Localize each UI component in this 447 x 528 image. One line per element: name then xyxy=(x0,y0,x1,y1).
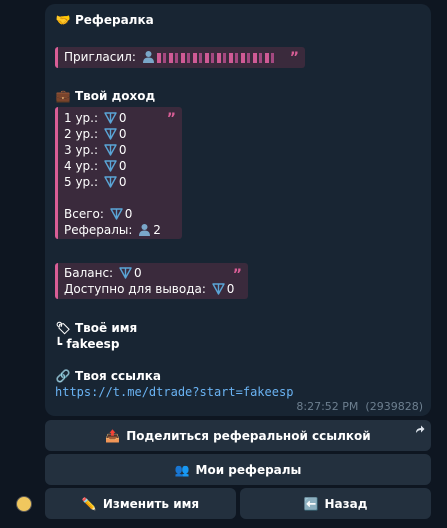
message-id: (2939828) xyxy=(365,400,423,413)
withdraw-row: Доступно для вывода: 0 xyxy=(64,281,234,297)
balance-quote: ” Баланс: 0 Доступно для вывода: 0 xyxy=(55,263,248,299)
balance-row: Баланс: 0 xyxy=(64,265,142,281)
rename-button[interactable]: ✏️ Изменить имя xyxy=(45,488,236,519)
message-bubble: 🤝 Рефералка Пригласил: ” 💼 Твой доход ” 1 … xyxy=(45,4,431,416)
level-row: 2 ур.: 0 xyxy=(64,126,127,142)
name-title: Твоё имя xyxy=(75,321,138,335)
level-label: 3 ур.: xyxy=(64,143,99,157)
level-value: 0 xyxy=(118,159,127,173)
message-meta: 8:27:52 PM (2939828) xyxy=(296,400,423,413)
balance-value: 0 xyxy=(133,266,142,280)
user-display-name: fakeesp xyxy=(66,337,120,351)
share-arrow-icon xyxy=(416,425,425,433)
my-referrals-label: Мои рефералы xyxy=(195,462,302,477)
referrals-row: Рефералы: 2 xyxy=(64,222,161,238)
income-quote: ” 1 ур.: 0 2 ур.: 0 3 ур.: 0 4 ур.: 0 5 … xyxy=(55,107,182,239)
level-label: 1 ур.: xyxy=(64,111,99,125)
chat-view: 🤝 Рефералка Пригласил: ” 💼 Твой доход ” 1 … xyxy=(0,0,447,528)
user-icon xyxy=(142,51,154,63)
ton-icon xyxy=(104,112,117,124)
ton-icon xyxy=(110,208,123,220)
pencil-icon: ✏️ xyxy=(81,496,97,511)
income-title-line: 💼 Твой доход xyxy=(55,88,156,104)
ton-icon xyxy=(104,176,117,188)
label-tag-icon: 🏷 xyxy=(55,321,71,335)
total-row: Всего: 0 xyxy=(64,206,132,222)
total-value: 0 xyxy=(124,207,133,221)
rename-label: Изменить имя xyxy=(102,496,200,511)
referrals-value: 2 xyxy=(153,223,161,237)
outbox-tray-icon: 📤 xyxy=(105,428,121,443)
title-line: 🤝 Рефералка xyxy=(55,12,154,28)
link-title-line: 🔗 Твоя ссылка xyxy=(55,368,162,384)
withdraw-value: 0 xyxy=(226,282,235,296)
my-referrals-button[interactable]: 👥 Мои рефералы xyxy=(45,454,431,485)
tree-corner-icon: ┗ xyxy=(55,337,63,351)
name-title-line: 🏷 Твоё имя xyxy=(55,320,137,336)
referrals-label: Рефералы: xyxy=(64,223,133,237)
level-row: 1 ур.: 0 xyxy=(64,110,127,126)
total-label: Всего: xyxy=(64,207,104,221)
quote-mark-icon: ” xyxy=(289,50,299,66)
back-label: Назад xyxy=(324,496,368,511)
withdraw-label: Доступно для вывода: xyxy=(64,282,206,296)
share-referral-label: Поделиться реферальной ссылкой xyxy=(126,428,371,443)
ton-icon xyxy=(212,283,225,295)
level-value: 0 xyxy=(118,111,127,125)
name-value-line: ┗ fakeesp xyxy=(55,336,119,352)
level-value: 0 xyxy=(118,127,127,141)
message-title: Рефералка xyxy=(75,13,154,27)
referral-link[interactable]: https://t.me/dtrade?start=fakeesp xyxy=(55,385,293,399)
handshake-icon: 🤝 xyxy=(55,13,71,27)
inviter-name-redacted xyxy=(156,52,277,63)
level-row: 4 ур.: 0 xyxy=(64,158,127,174)
level-label: 4 ур.: xyxy=(64,159,99,173)
ton-icon xyxy=(104,160,117,172)
invited-label: Пригласил: xyxy=(64,50,136,64)
back-arrow-icon: ⬅️ xyxy=(303,496,319,511)
level-value: 0 xyxy=(118,143,127,157)
link-icon: 🔗 xyxy=(55,369,71,383)
link-line: https://t.me/dtrade?start=fakeesp xyxy=(55,384,293,400)
link-title: Твоя ссылка xyxy=(75,369,162,383)
quote-mark-icon: ” xyxy=(166,111,176,127)
balance-label: Баланс: xyxy=(64,266,114,280)
back-button[interactable]: ⬅️ Назад xyxy=(240,488,431,519)
level-label: 5 ур.: xyxy=(64,175,99,189)
income-title: Твой доход xyxy=(75,89,156,103)
ton-icon xyxy=(119,267,132,279)
share-referral-button[interactable]: 📤 Поделиться реферальной ссылкой xyxy=(45,420,431,451)
people-icon: 👥 xyxy=(174,462,190,477)
level-row: 5 ур.: 0 xyxy=(64,174,127,190)
quote-mark-icon: ” xyxy=(232,267,242,283)
user-icon xyxy=(139,224,151,236)
briefcase-icon: 💼 xyxy=(55,89,71,103)
invited-quote: Пригласил: ” xyxy=(55,47,305,68)
level-label: 2 ур.: xyxy=(64,127,99,141)
bot-avatar[interactable] xyxy=(16,496,32,512)
ton-icon xyxy=(104,144,117,156)
ton-icon xyxy=(104,128,117,140)
level-value: 0 xyxy=(118,175,127,189)
message-time: 8:27:52 PM xyxy=(296,400,359,413)
level-row: 3 ур.: 0 xyxy=(64,142,127,158)
